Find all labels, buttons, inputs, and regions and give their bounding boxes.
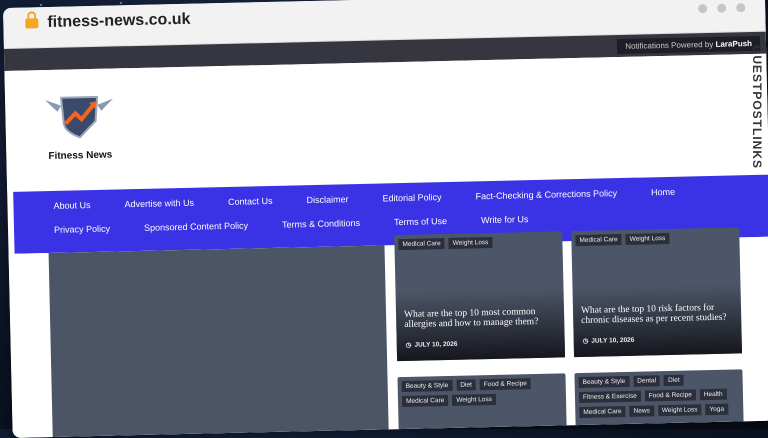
nav-sponsored-content[interactable]: Sponsored Content Policy bbox=[144, 220, 248, 232]
window-controls bbox=[698, 3, 746, 14]
browser-window: fitness-news.co.uk Notifications Powered… bbox=[3, 0, 768, 438]
tag[interactable]: Medical Care bbox=[401, 394, 449, 408]
tag[interactable]: Food & Recipe bbox=[479, 378, 531, 391]
site-header: Fitness News bbox=[4, 53, 768, 191]
tag[interactable]: Beauty & Style bbox=[578, 375, 630, 389]
nav-advertise[interactable]: Advertise with Us bbox=[124, 198, 194, 210]
tag[interactable]: Medical Care bbox=[398, 238, 445, 251]
tag[interactable]: Medical Care bbox=[579, 405, 626, 419]
window-dot-icon[interactable] bbox=[717, 3, 727, 13]
content-area: Medical Care Weight Loss What are the to… bbox=[8, 227, 768, 438]
nav-privacy-policy[interactable]: Privacy Policy bbox=[54, 224, 110, 235]
watermark-text: GUESTPOSTLINKS bbox=[750, 45, 764, 170]
nav-disclaimer[interactable]: Disclaimer bbox=[306, 194, 348, 205]
post-card[interactable]: Beauty & Style Dental Diet Fitness & Exe… bbox=[574, 369, 744, 438]
lock-icon bbox=[25, 18, 39, 29]
tag[interactable]: Weight Loss bbox=[625, 232, 670, 245]
post-title[interactable]: What are the top 10 most common allergie… bbox=[404, 307, 554, 331]
tag[interactable]: Diet bbox=[456, 379, 476, 391]
tag[interactable]: Diet bbox=[663, 374, 684, 387]
notification-prefix: Notifications Powered by bbox=[625, 39, 714, 51]
nav-home[interactable]: Home bbox=[651, 187, 675, 198]
logo-text: Fitness News bbox=[48, 149, 113, 163]
tag-list: Beauty & Style Diet Food & Recipe Medica… bbox=[401, 377, 567, 408]
tag[interactable]: Beauty & Style bbox=[401, 379, 453, 393]
nav-terms-of-use[interactable]: Terms of Use bbox=[394, 216, 447, 227]
guestpostlinks-watermark: GUESTPOSTLINKS bbox=[747, 45, 767, 228]
nav-fact-checking[interactable]: Fact-Checking & Corrections Policy bbox=[475, 188, 617, 201]
site-logo[interactable]: Fitness News bbox=[43, 90, 117, 162]
tag[interactable]: Weight Loss bbox=[448, 236, 493, 249]
window-dot-icon[interactable] bbox=[736, 3, 746, 13]
window-dot-icon[interactable] bbox=[698, 4, 708, 14]
tag[interactable]: Yoga bbox=[705, 403, 729, 416]
tag[interactable]: Weight Loss bbox=[452, 393, 497, 406]
nav-contact-us[interactable]: Contact Us bbox=[228, 196, 273, 207]
post-date: JULY 10, 2026 bbox=[583, 336, 634, 345]
tag[interactable]: Food & Recipe bbox=[644, 389, 696, 402]
tag[interactable]: Fitness & Exercise bbox=[578, 390, 641, 404]
featured-post-image[interactable] bbox=[48, 245, 390, 438]
tag-list: Medical Care Weight Loss bbox=[398, 236, 493, 251]
tag[interactable]: News bbox=[629, 405, 654, 417]
tag-list: Beauty & Style Dental Diet Fitness & Exe… bbox=[578, 373, 744, 419]
tag[interactable]: Medical Care bbox=[575, 234, 622, 247]
post-date: JULY 10, 2026 bbox=[406, 340, 457, 349]
tag[interactable]: Dental bbox=[633, 375, 661, 387]
tag[interactable]: Health bbox=[699, 388, 727, 401]
post-title[interactable]: What are the top 10 risk factors for chr… bbox=[581, 303, 731, 327]
nav-about-us[interactable]: About Us bbox=[53, 200, 90, 211]
tag-list: Medical Care Weight Loss bbox=[575, 232, 670, 247]
post-card[interactable]: Beauty & Style Diet Food & Recipe Medica… bbox=[397, 373, 568, 438]
notification-badge[interactable]: Notifications Powered by LaraPush bbox=[617, 35, 761, 55]
tag[interactable]: Weight Loss bbox=[657, 404, 702, 417]
post-card[interactable]: Medical Care Weight Loss What are the to… bbox=[394, 231, 566, 362]
address-bar-url[interactable]: fitness-news.co.uk bbox=[47, 11, 191, 32]
notification-brand: LaraPush bbox=[715, 39, 753, 49]
shield-logo-icon bbox=[45, 95, 114, 139]
nav-editorial-policy[interactable]: Editorial Policy bbox=[382, 192, 441, 203]
post-card[interactable]: Medical Care Weight Loss What are the to… bbox=[571, 227, 743, 358]
nav-write-for-us[interactable]: Write for Us bbox=[481, 214, 529, 225]
nav-terms-conditions[interactable]: Terms & Conditions bbox=[282, 218, 360, 230]
